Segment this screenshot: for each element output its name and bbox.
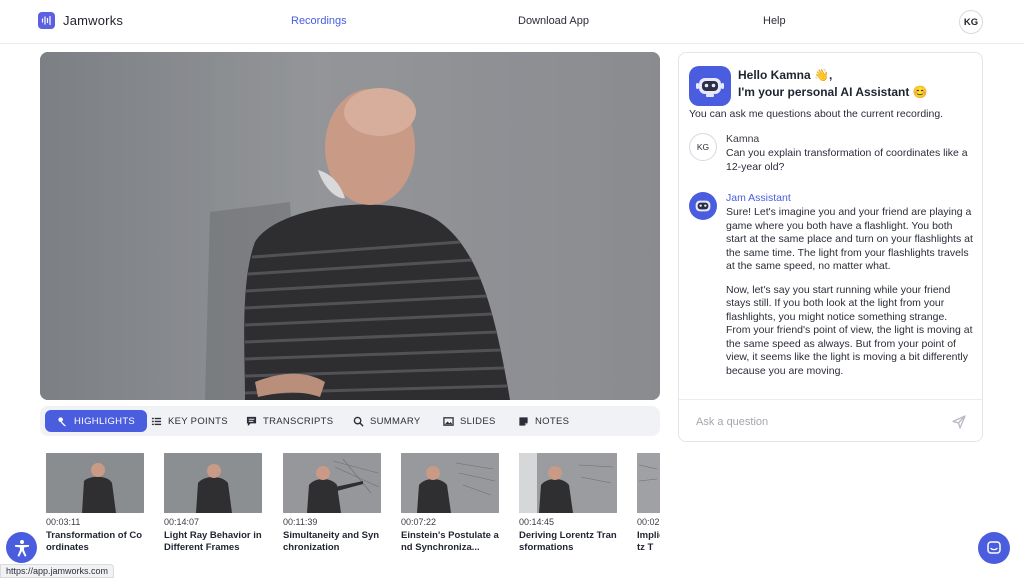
highlight-thumbnail	[519, 453, 617, 513]
content-tabs: HIGHLIGHTS KEY POINTS TRANSCRIPTS SUMMAR…	[40, 406, 660, 436]
video-frame	[40, 52, 660, 400]
message-text: Can you explain transformation of coordi…	[726, 147, 968, 173]
highlight-timestamp: 00:03:11	[46, 517, 81, 527]
tab-transcripts[interactable]: TRANSCRIPTS	[238, 410, 341, 432]
brand[interactable]: Jamworks	[38, 12, 123, 29]
highlight-timestamp: 00:02	[637, 517, 660, 527]
robot-icon	[689, 192, 717, 220]
message-sender: Kamna	[726, 133, 760, 145]
message-text: Sure! Let's imagine you and your friend …	[726, 206, 974, 378]
assistant-intro: You can ask me questions about the curre…	[689, 108, 944, 120]
highlight-timestamp: 00:11:39	[283, 517, 318, 527]
highlight-thumbnail	[46, 453, 144, 513]
tab-label: NOTES	[535, 415, 570, 427]
highlight-card[interactable]: 00:07:22 Einstein's Postulate and Synchr…	[401, 453, 499, 554]
video-player[interactable]	[40, 52, 660, 400]
tab-key-points[interactable]: KEY POINTS	[143, 410, 236, 432]
highlight-title: Implications of Lorentz T	[637, 530, 660, 553]
greeting-line: I'm your personal AI Assistant 😊	[738, 85, 928, 99]
search-icon	[353, 416, 364, 427]
chat-message-user: KG Kamna Can you explain transformation …	[689, 133, 979, 183]
highlight-timestamp: 00:14:07	[164, 517, 200, 527]
highlight-timestamp: 00:14:45	[519, 517, 555, 527]
list-icon	[151, 417, 162, 425]
top-navigation: Jamworks Recordings Download App Help KG	[0, 0, 1024, 44]
tab-label: SLIDES	[460, 415, 496, 427]
ask-question-bar	[679, 399, 982, 441]
highlight-card[interactable]: 00:11:39 Simultaneity and Synchronizatio…	[283, 453, 381, 554]
highlight-thumbnail	[637, 453, 660, 513]
tab-highlights[interactable]: HIGHLIGHTS	[45, 410, 148, 432]
tab-summary[interactable]: SUMMARY	[345, 410, 429, 432]
soundwave-logo-icon	[38, 12, 55, 29]
assistant-greeting: Hello Kamna 👋, I'm your personal AI Assi…	[738, 67, 928, 101]
highlight-card[interactable]: 00:14:07 Light Ray Behavior in Different…	[164, 453, 262, 554]
accessibility-icon	[14, 539, 29, 557]
message-paragraph: Now, let's say you start running while y…	[726, 283, 973, 377]
tab-label: KEY POINTS	[168, 415, 228, 427]
tab-label: SUMMARY	[370, 415, 421, 427]
highlight-title: Simultaneity and Synchronization	[283, 530, 380, 553]
highlight-title: Deriving Lorentz Transformations	[519, 530, 617, 553]
message-sender: Jam Assistant	[726, 192, 791, 204]
chat-message-assistant: Jam Assistant Sure! Let's imagine you an…	[689, 192, 979, 402]
highlights-icon	[58, 416, 67, 426]
robot-icon	[689, 66, 731, 106]
send-icon[interactable]	[951, 414, 967, 430]
highlight-title: Transformation of Coordinates	[46, 530, 143, 553]
highlight-card[interactable]: 00:03:11 Transformation of Coordinates	[46, 453, 144, 554]
brand-name: Jamworks	[63, 13, 124, 28]
tab-slides[interactable]: SLIDES	[435, 410, 504, 432]
highlight-card[interactable]: 00:02 Implications of Lorentz T	[637, 453, 660, 554]
highlight-thumbnail	[401, 453, 499, 513]
status-bar-url: https://app.jamworks.com	[0, 564, 115, 578]
highlight-card[interactable]: 00:14:45 Deriving Lorentz Transformation…	[519, 453, 617, 554]
message-paragraph: Sure! Let's imagine you and your friend …	[726, 206, 973, 272]
highlight-thumbnail	[164, 453, 262, 513]
highlight-title: Light Ray Behavior in Different Frames	[164, 530, 262, 553]
transcript-icon	[246, 416, 257, 426]
chat-icon	[987, 541, 1001, 554]
highlight-title: Einstein's Postulate and Synchroniza...	[401, 530, 499, 553]
user-avatar[interactable]: KG	[959, 10, 983, 34]
tab-notes[interactable]: NOTES	[510, 410, 577, 432]
highlight-thumbnail	[283, 453, 381, 513]
nav-recordings[interactable]: Recordings	[291, 15, 347, 27]
tab-label: HIGHLIGHTS	[74, 415, 136, 427]
image-icon	[443, 416, 454, 426]
user-message-avatar: KG	[689, 133, 717, 161]
accessibility-button[interactable]	[6, 532, 37, 563]
chat-launcher-button[interactable]	[978, 532, 1010, 564]
ai-assistant-panel: Hello Kamna 👋, I'm your personal AI Assi…	[678, 52, 983, 442]
nav-download-app[interactable]: Download App	[518, 15, 589, 27]
ask-question-input[interactable]	[696, 413, 936, 431]
tab-label: TRANSCRIPTS	[263, 415, 334, 427]
notes-icon	[519, 416, 528, 426]
highlight-timestamp: 00:07:22	[401, 517, 437, 527]
greeting-line: Hello Kamna 👋,	[738, 68, 833, 82]
nav-help[interactable]: Help	[763, 15, 786, 27]
